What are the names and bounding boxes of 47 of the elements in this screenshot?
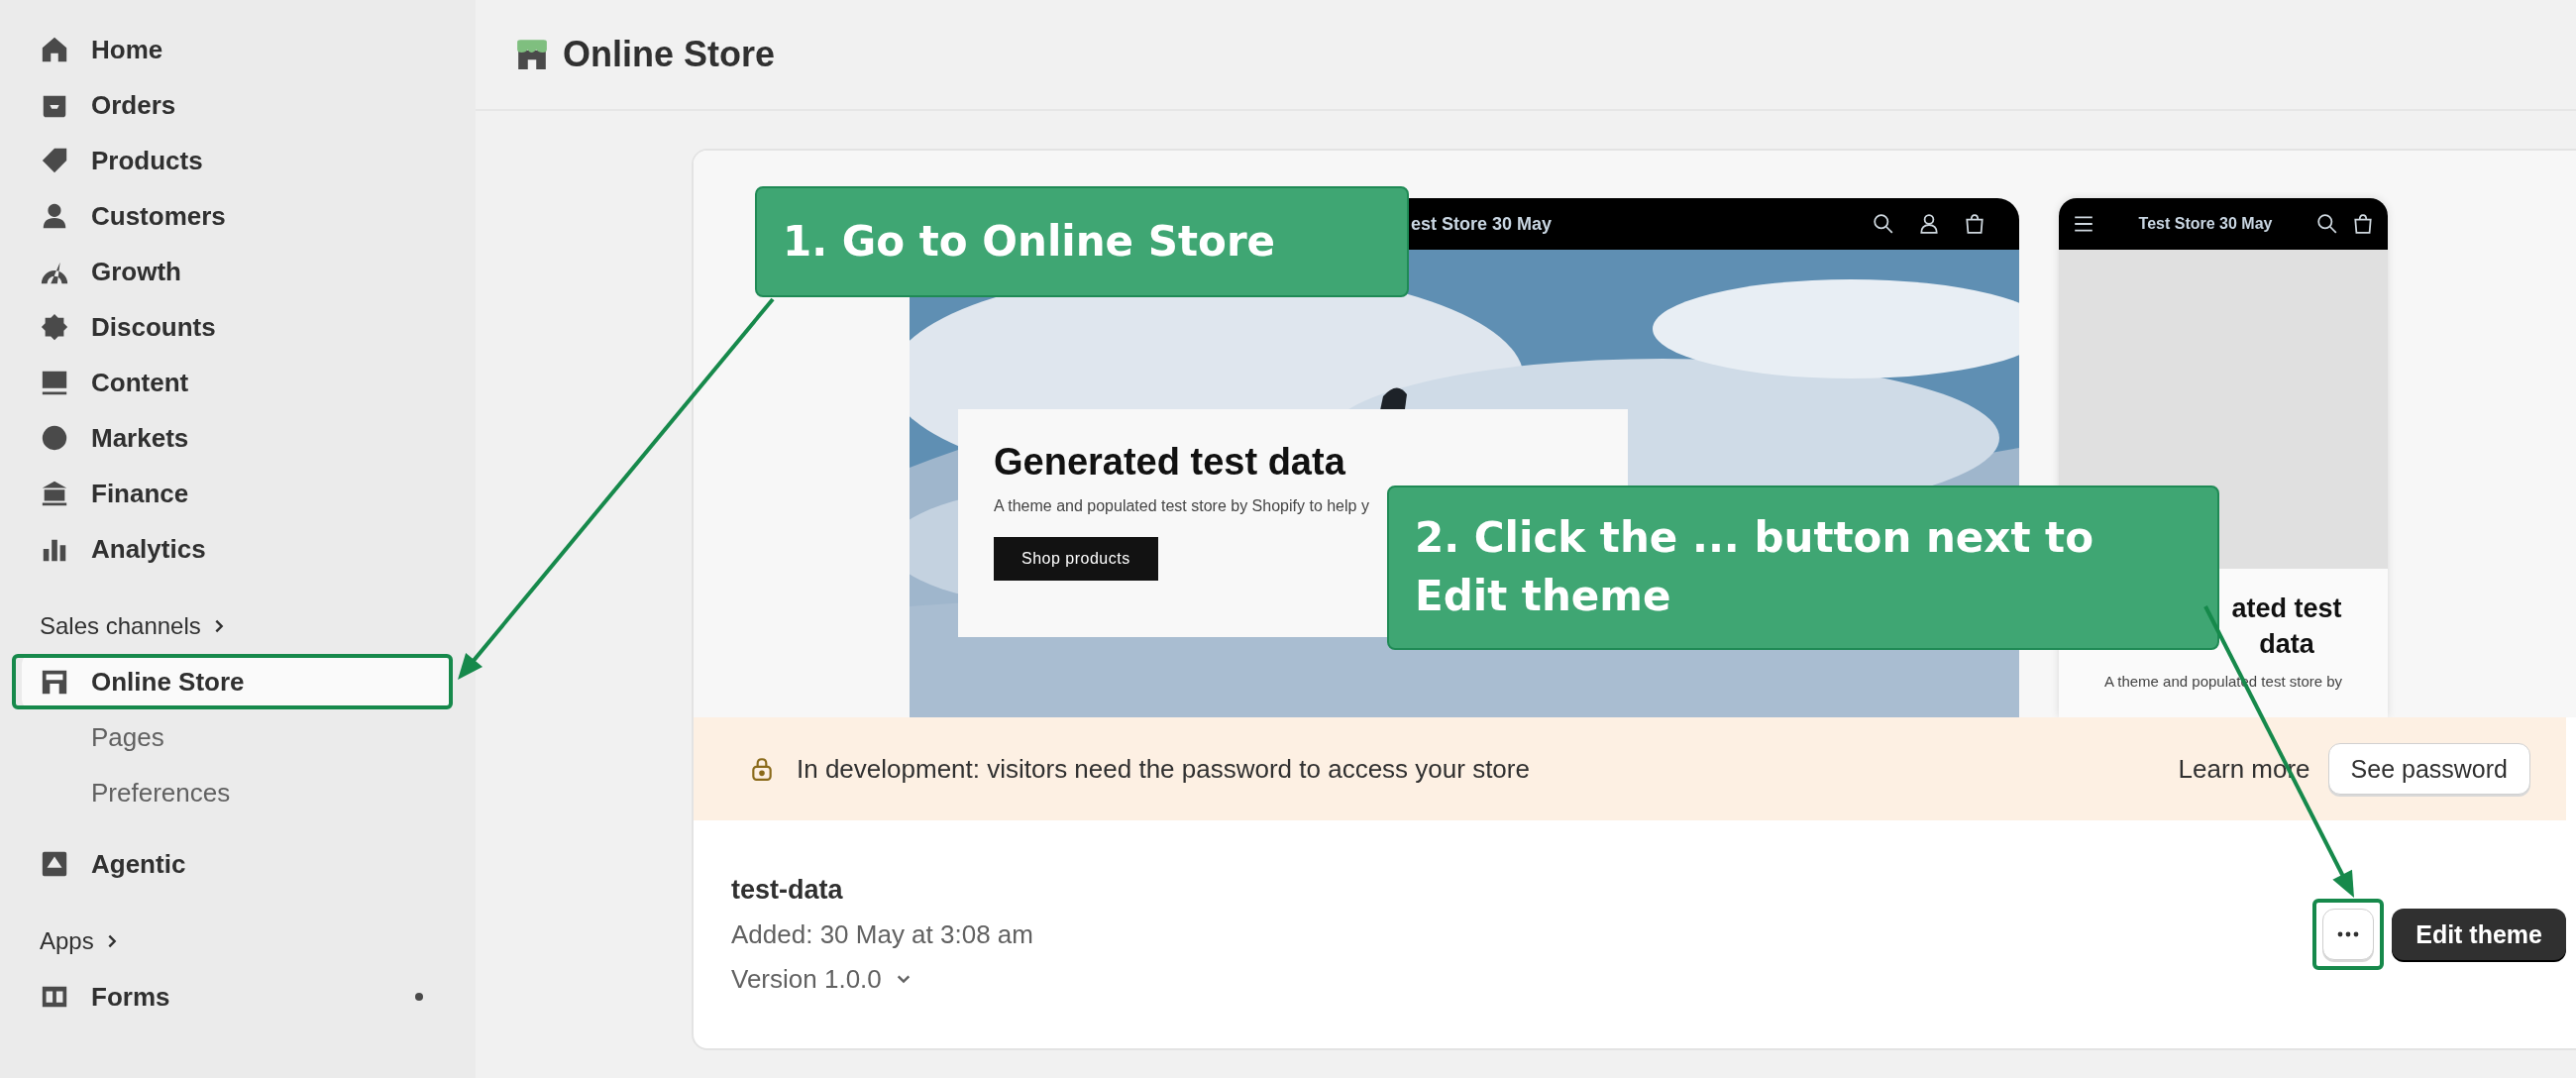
banner-text: In development: visitors need the password to access your store <box>797 753 1531 785</box>
sidebar-item[interactable]: Orders <box>22 77 451 133</box>
store-name: Test Store 30 May <box>2137 215 2274 233</box>
account-icon <box>1918 213 1940 235</box>
theme-name: test-data <box>731 874 844 906</box>
shop-products-button[interactable]: Shop products <box>994 537 1158 581</box>
search-icon <box>1873 213 1894 235</box>
nav-icon <box>40 35 69 64</box>
callout: 1. Go to Online Store <box>755 186 1409 297</box>
status-dot <box>415 993 423 1001</box>
edit-theme-button[interactable]: Edit theme <box>2392 909 2566 960</box>
sidebar-item[interactable]: Analytics <box>22 521 451 577</box>
sidebar-item[interactable]: Agentic <box>22 836 451 892</box>
store-name: est Store 30 May <box>1410 213 1554 235</box>
more-actions-button[interactable] <box>2322 909 2375 960</box>
search-icon <box>2316 213 2338 235</box>
cart-icon <box>1964 213 1986 235</box>
nav-icon <box>40 849 69 879</box>
nav-icon <box>40 312 69 342</box>
sidebar-subitem[interactable]: Preferences <box>91 765 231 820</box>
theme-added-date: Added: 30 May at 3:08 am <box>731 918 1034 950</box>
page-title: Online Store <box>563 34 776 75</box>
sidebar-item[interactable]: Content <box>22 355 451 410</box>
callout: 2. Click the ... button next to Edit theme <box>1387 485 2219 650</box>
version-dropdown[interactable]: Version 1.0.0 <box>731 963 912 995</box>
sidebar-item[interactable]: Finance <box>22 466 451 521</box>
lock-icon <box>749 756 775 782</box>
sidebar-item[interactable]: Forms <box>22 969 451 1024</box>
more-icon <box>2336 930 2361 938</box>
hero-heading: Generated test data <box>994 441 1346 484</box>
sidebar-item[interactable]: Markets <box>22 410 451 466</box>
sidebar-item[interactable]: Products <box>22 133 451 188</box>
section-heading[interactable]: Sales channels <box>40 598 227 654</box>
hero-heading: ated test data <box>2230 593 2343 662</box>
section-heading[interactable]: Apps <box>40 914 120 969</box>
see-password-button[interactable]: See password <box>2327 743 2530 795</box>
cart-icon <box>2352 213 2374 235</box>
sidebar-item[interactable]: Home <box>22 22 451 77</box>
storefront-icon <box>515 38 549 71</box>
sidebar-subitem[interactable]: Pages <box>91 709 164 765</box>
sidebar-item[interactable]: Customers <box>22 188 451 244</box>
nav-icon <box>40 423 69 453</box>
nav-icon <box>40 479 69 508</box>
hero-text: A theme and populated test store by Shopify to help y <box>994 497 1370 515</box>
sidebar-item[interactable]: Growth <box>22 244 451 299</box>
sidebar-item[interactable]: Discounts <box>22 299 451 355</box>
nav-icon <box>40 146 69 175</box>
